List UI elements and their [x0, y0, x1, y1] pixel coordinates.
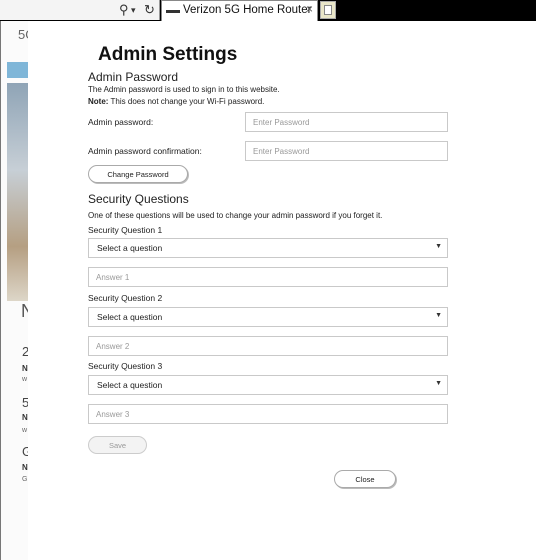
security-question-1-label: Security Question 1: [88, 225, 163, 235]
admin-settings-dialog: Admin Settings Admin Password The Admin …: [28, 21, 536, 560]
security-questions-description: One of these questions will be used to c…: [88, 211, 383, 220]
search-icon[interactable]: ⚲: [119, 2, 129, 18]
admin-password-note: Note: This does not change your Wi-Fi pa…: [88, 97, 264, 106]
security-question-3-label: Security Question 3: [88, 361, 163, 371]
admin-password-heading: Admin Password: [88, 70, 179, 84]
change-password-button[interactable]: Change Password: [88, 165, 188, 183]
tab-title: Verizon 5G Home Router: [183, 4, 312, 16]
admin-password-label: Admin password:: [88, 117, 154, 127]
security-question-1-select[interactable]: Select a question ▼: [88, 238, 448, 258]
note-label: Note:: [88, 97, 109, 106]
security-question-2-value: Select a question: [97, 312, 163, 322]
chevron-down-icon: ▼: [435, 312, 442, 319]
dropdown-icon[interactable]: ▾: [131, 5, 136, 16]
security-answer-3-input[interactable]: [88, 404, 448, 424]
dialog-title: Admin Settings: [98, 44, 238, 65]
admin-password-input[interactable]: [245, 112, 448, 132]
security-question-2-label: Security Question 2: [88, 293, 163, 303]
verizon-logo-icon: [166, 10, 180, 13]
background-item-label: N: [22, 413, 28, 422]
close-tab-icon[interactable]: ×: [306, 2, 313, 16]
new-tab-icon: [324, 5, 332, 15]
new-tab-button[interactable]: [320, 1, 336, 19]
chevron-down-icon: ▼: [435, 380, 442, 387]
background-item-label: N: [22, 463, 28, 472]
browser-chrome: ⚲ ▾ ↻ Verizon 5G Home Router ×: [0, 0, 536, 21]
close-button[interactable]: Close: [334, 470, 396, 488]
security-question-2-select[interactable]: Select a question ▼: [88, 307, 448, 327]
security-question-3-select[interactable]: Select a question ▼: [88, 375, 448, 395]
security-answer-2-input[interactable]: [88, 336, 448, 356]
security-question-1-value: Select a question: [97, 243, 163, 253]
security-questions-heading: Security Questions: [88, 192, 189, 206]
save-button[interactable]: Save: [88, 436, 147, 454]
background-item-text: w: [22, 427, 28, 434]
admin-password-confirm-input[interactable]: [245, 141, 448, 161]
browser-tab-active[interactable]: Verizon 5G Home Router ×: [161, 0, 318, 21]
address-bar[interactable]: ⚲ ▾ ↻: [0, 0, 160, 20]
chevron-down-icon: ▼: [435, 243, 442, 250]
admin-password-confirm-label: Admin password confirmation:: [88, 146, 202, 156]
admin-password-description: The Admin password is used to sign in to…: [88, 85, 280, 94]
security-question-3-value: Select a question: [97, 380, 163, 390]
background-item-label: N: [22, 364, 28, 373]
refresh-icon[interactable]: ↻: [144, 2, 155, 18]
security-answer-1-input[interactable]: [88, 267, 448, 287]
background-item-text: G: [22, 476, 28, 483]
note-text: This does not change your Wi-Fi password…: [110, 97, 265, 106]
background-item-text: w: [22, 376, 28, 383]
